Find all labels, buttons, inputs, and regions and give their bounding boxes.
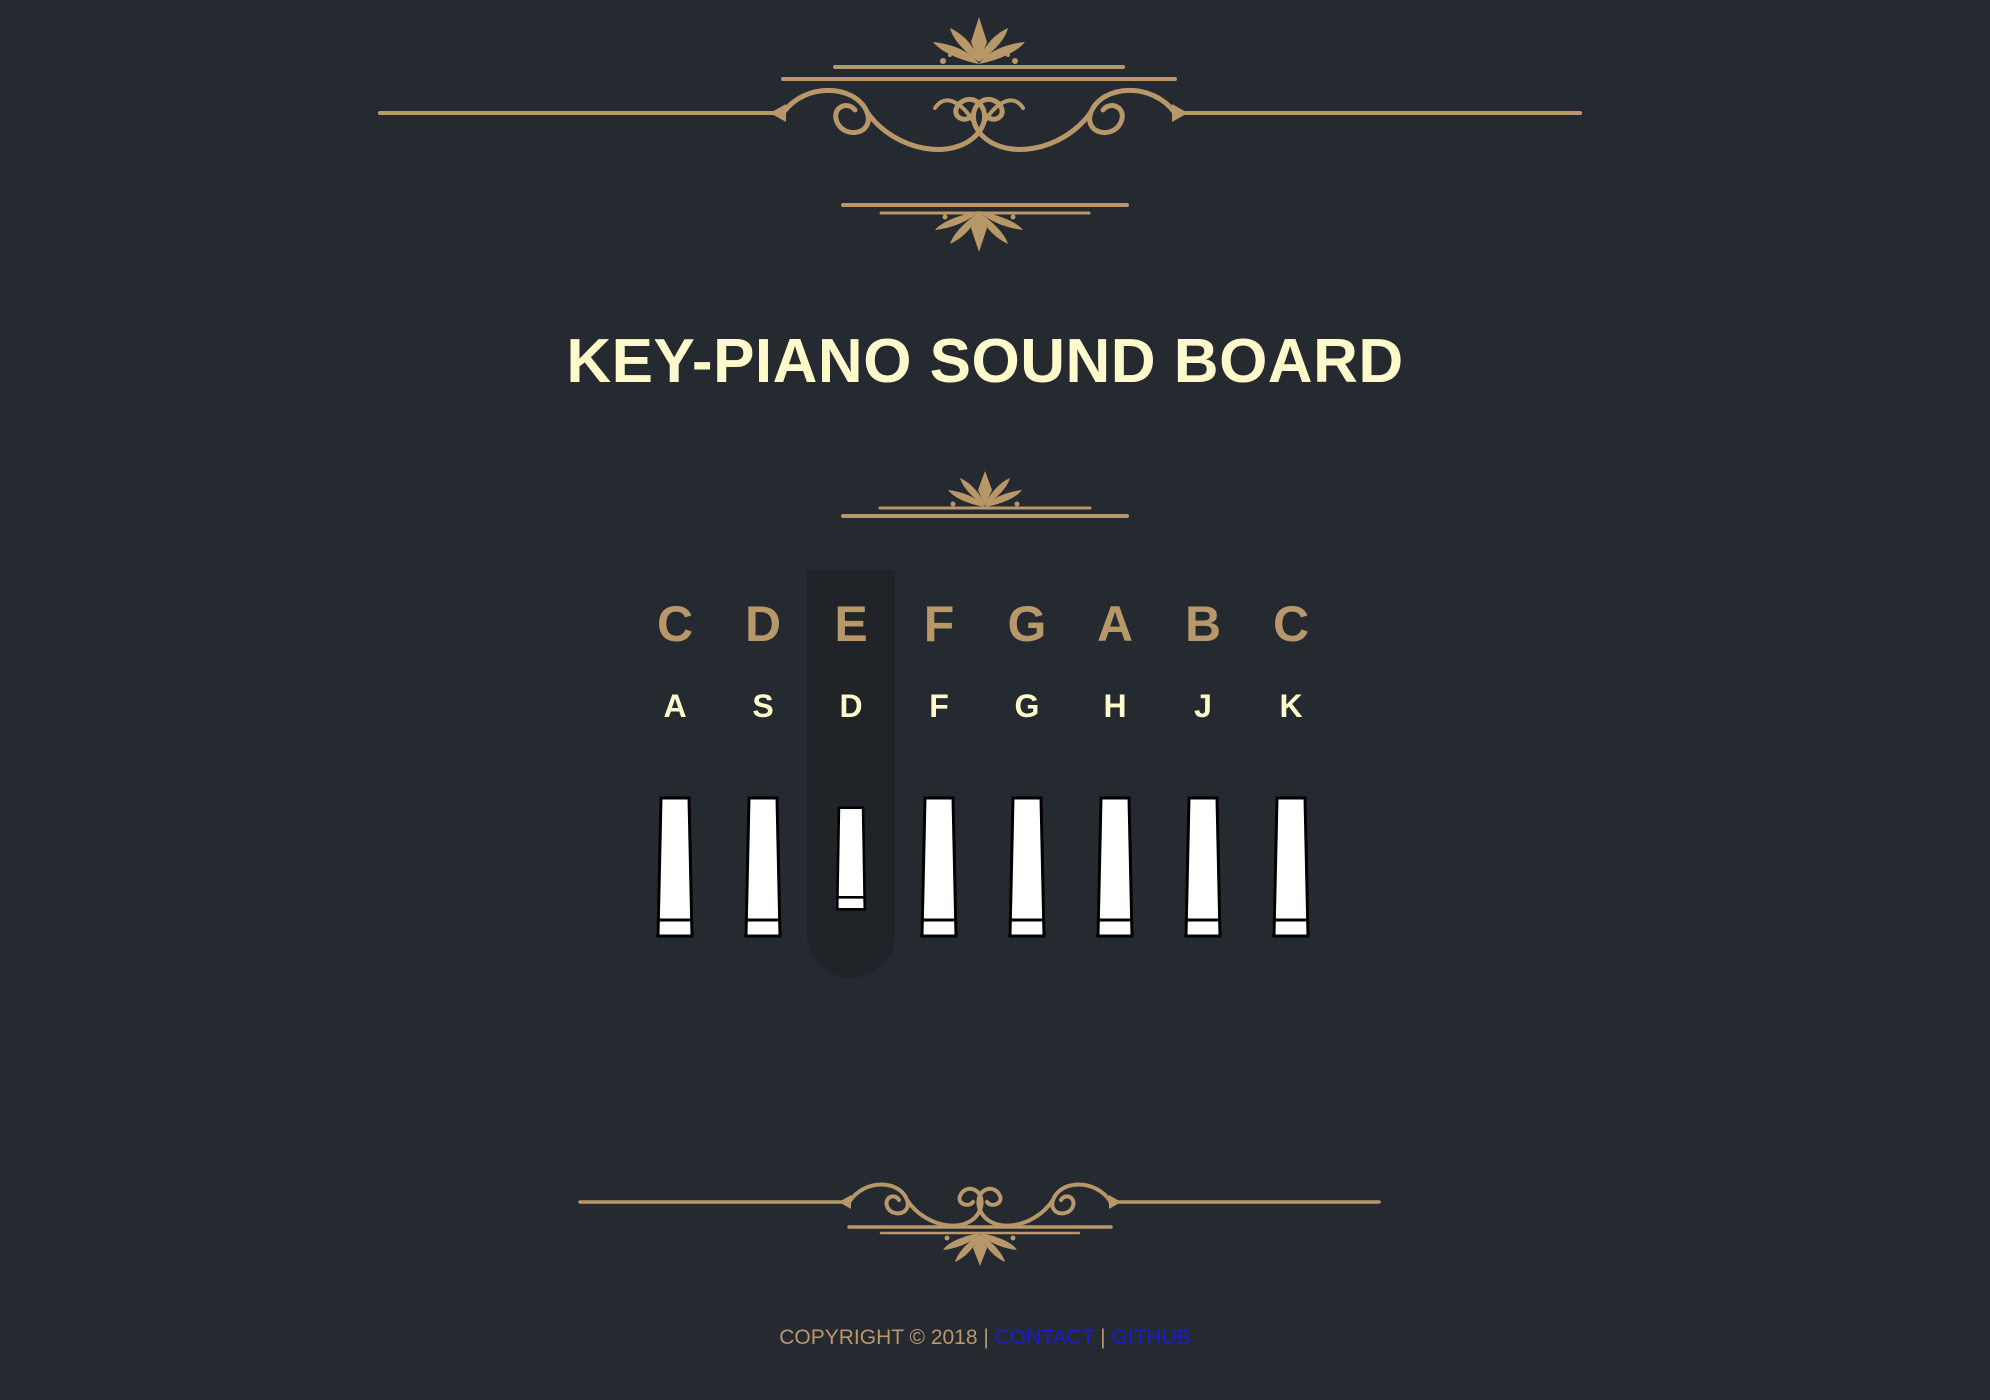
contact-link[interactable]: CONTACT [995, 1326, 1095, 1349]
copyright-text: COPYRIGHT © 2018 [779, 1326, 978, 1349]
piano-key-icon [1008, 796, 1046, 938]
footer-separator: | [983, 1326, 989, 1349]
piano-key-icon [920, 796, 958, 938]
note-label: D [744, 596, 782, 652]
piano-key-c-high[interactable]: C K [1247, 570, 1335, 978]
note-label: G [1007, 596, 1047, 652]
keycap-label: A [663, 688, 687, 724]
note-label: B [1184, 596, 1222, 652]
github-link[interactable]: GITHUB [1111, 1326, 1190, 1349]
note-label: F [923, 596, 955, 652]
footer-separator: | [1100, 1326, 1106, 1349]
footer: COPYRIGHT © 2018 | CONTACT | GITHUB [0, 1326, 1970, 1350]
piano-key-b[interactable]: B J [1159, 570, 1247, 978]
keycap-label: F [929, 688, 949, 724]
piano-key-icon [835, 806, 867, 911]
piano-key-e-active[interactable]: E D [807, 570, 895, 978]
keycap-label: D [839, 688, 863, 724]
note-label: C [656, 596, 694, 652]
keycap-label: H [1103, 688, 1127, 724]
note-label: C [1272, 596, 1310, 652]
piano-key-d[interactable]: D S [719, 570, 807, 978]
note-label: E [834, 596, 868, 652]
lotus-divider-icon [841, 471, 1129, 518]
piano-key-icon [1096, 796, 1134, 938]
piano-keyboard: C A D S E D F F G G A H B J C K [631, 570, 1341, 990]
piano-key-c[interactable]: C A [631, 570, 719, 978]
piano-key-icon [744, 796, 782, 938]
bottom-ornament-icon [578, 1182, 1381, 1266]
piano-key-g[interactable]: G G [983, 570, 1071, 978]
keycap-label: K [1279, 688, 1303, 724]
note-label: A [1096, 596, 1134, 652]
page-title: KEY-PIANO SOUND BOARD [566, 327, 1404, 396]
piano-key-icon [1184, 796, 1222, 938]
keycap-label: G [1014, 688, 1040, 724]
keycap-label: S [752, 688, 774, 724]
keycap-label: J [1194, 688, 1212, 724]
piano-key-icon [656, 796, 694, 938]
piano-key-icon [1272, 796, 1310, 938]
piano-key-f[interactable]: F F [895, 570, 983, 978]
top-ornament-icon [378, 17, 1582, 252]
piano-key-a[interactable]: A H [1071, 570, 1159, 978]
